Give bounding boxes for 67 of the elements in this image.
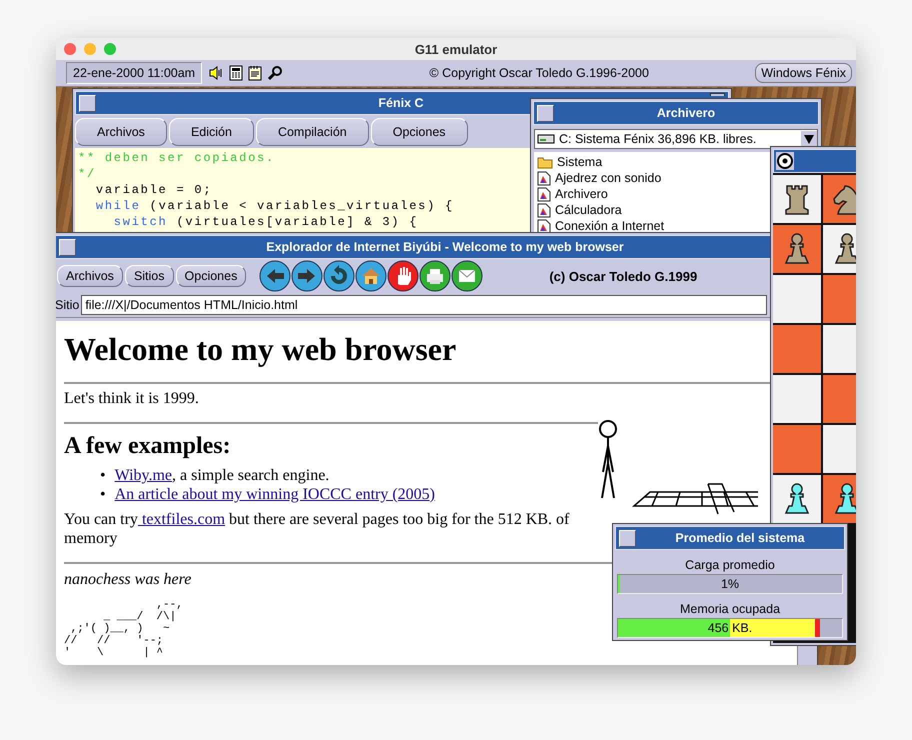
file-item[interactable]: Archivero (534, 186, 608, 202)
file-item[interactable]: Ajedrez con sonido (534, 170, 662, 186)
calculator-icon[interactable] (229, 65, 244, 81)
address-field[interactable]: file:///X|/Documentos HTML/Inicio.html (81, 295, 767, 315)
window-title: Fénix C (377, 96, 425, 110)
envelope-icon[interactable] (451, 260, 484, 292)
menu-button[interactable]: Archivos (57, 265, 123, 287)
target-icon[interactable] (776, 152, 794, 170)
notepad-icon[interactable] (248, 65, 262, 81)
credit-text: (c) Oscar Toledo G.1999 (549, 268, 698, 284)
window-title: Explorador de Internet Biyúbi - Welcome to my web browser (265, 240, 625, 254)
app-file-icon (537, 186, 551, 202)
meter-reading: 456 KB. (706, 621, 754, 635)
meter-reading: 1% (720, 577, 740, 591)
ascii-art: ,--, _ ___/ /\| ,;'( )__, ) ~ // // '--; ' \ | ^ (64, 599, 183, 659)
menu-button[interactable]: Edición (168, 118, 254, 146)
folder-icon (537, 156, 553, 168)
menu-button[interactable]: Archivos (75, 118, 167, 146)
hand-icon[interactable] (387, 260, 420, 292)
menu-button[interactable]: Opciones (176, 265, 246, 287)
list-item-text: Wiby.me, a simple search engine. (114, 466, 330, 485)
window-title: G11 emulator (414, 42, 498, 56)
link[interactable]: textfiles.com (138, 511, 226, 528)
window-title: Archivero (656, 106, 716, 120)
window-menu-box[interactable] (537, 104, 554, 122)
signature-text: nanochess was here (64, 570, 192, 589)
drive-icon (537, 133, 555, 145)
speaker-icon[interactable] (208, 65, 224, 81)
window-menu-box[interactable] (59, 238, 76, 256)
menu-button[interactable]: Opciones (370, 118, 468, 146)
close-box[interactable] (710, 93, 725, 96)
menu-button[interactable]: Compilación (256, 118, 369, 146)
window-menu-box[interactable] (79, 94, 96, 112)
code-line: switch (virtuales[variable] & 3) { (112, 214, 418, 230)
bullet: • (100, 485, 106, 504)
bullet: • (100, 466, 106, 485)
house-icon[interactable] (355, 260, 388, 292)
section-heading: A few examples: (64, 432, 232, 460)
search-icon[interactable] (267, 65, 284, 81)
reload-icon[interactable] (323, 260, 356, 292)
code-line: */ (78, 166, 96, 182)
dropdown-arrow-icon[interactable] (804, 134, 814, 144)
code-line: ** deben ser copiados. (78, 150, 275, 166)
window-menu-box[interactable] (619, 530, 636, 546)
paragraph: You can try textfiles.com but there are several pages too big for the 512 KB. of memory (64, 510, 570, 548)
clock: 22-ene-2000 11:00am (66, 62, 202, 84)
meter-label: Carga promedio (684, 558, 776, 573)
drive-dropdown[interactable]: C: Sistema Fénix 36,896 KB. libres. (534, 129, 818, 149)
link[interactable]: Wiby.me (114, 467, 172, 484)
printer-icon[interactable] (419, 260, 452, 292)
app-file-icon (537, 202, 551, 218)
file-item[interactable]: Cálculadora (534, 202, 622, 218)
drive-label: C: Sistema Fénix 36,896 KB. libres. (559, 132, 756, 146)
app-file-icon (537, 218, 551, 234)
paragraph: Let's think it is 1999. (64, 389, 200, 408)
close-button[interactable] (64, 43, 76, 55)
code-line: variable = 0; (94, 182, 212, 198)
page-heading: Welcome to my web browser (64, 330, 458, 369)
menu-button[interactable]: Sitios (124, 265, 174, 287)
link[interactable]: An article about my winning IOCCC entry (2005) (114, 485, 435, 504)
windows-button[interactable]: Windows Fénix (755, 63, 852, 83)
app-file-icon (537, 170, 551, 186)
code-line: while (variable < variables_virtuales) { (94, 198, 454, 214)
copyright-text: © Copyright Oscar Toledo G.1996-2000 (428, 66, 650, 80)
file-item[interactable]: Sistema (534, 154, 602, 170)
window-title: Promedio del sistema (674, 531, 806, 545)
meter-label: Memoria ocupada (678, 602, 782, 617)
